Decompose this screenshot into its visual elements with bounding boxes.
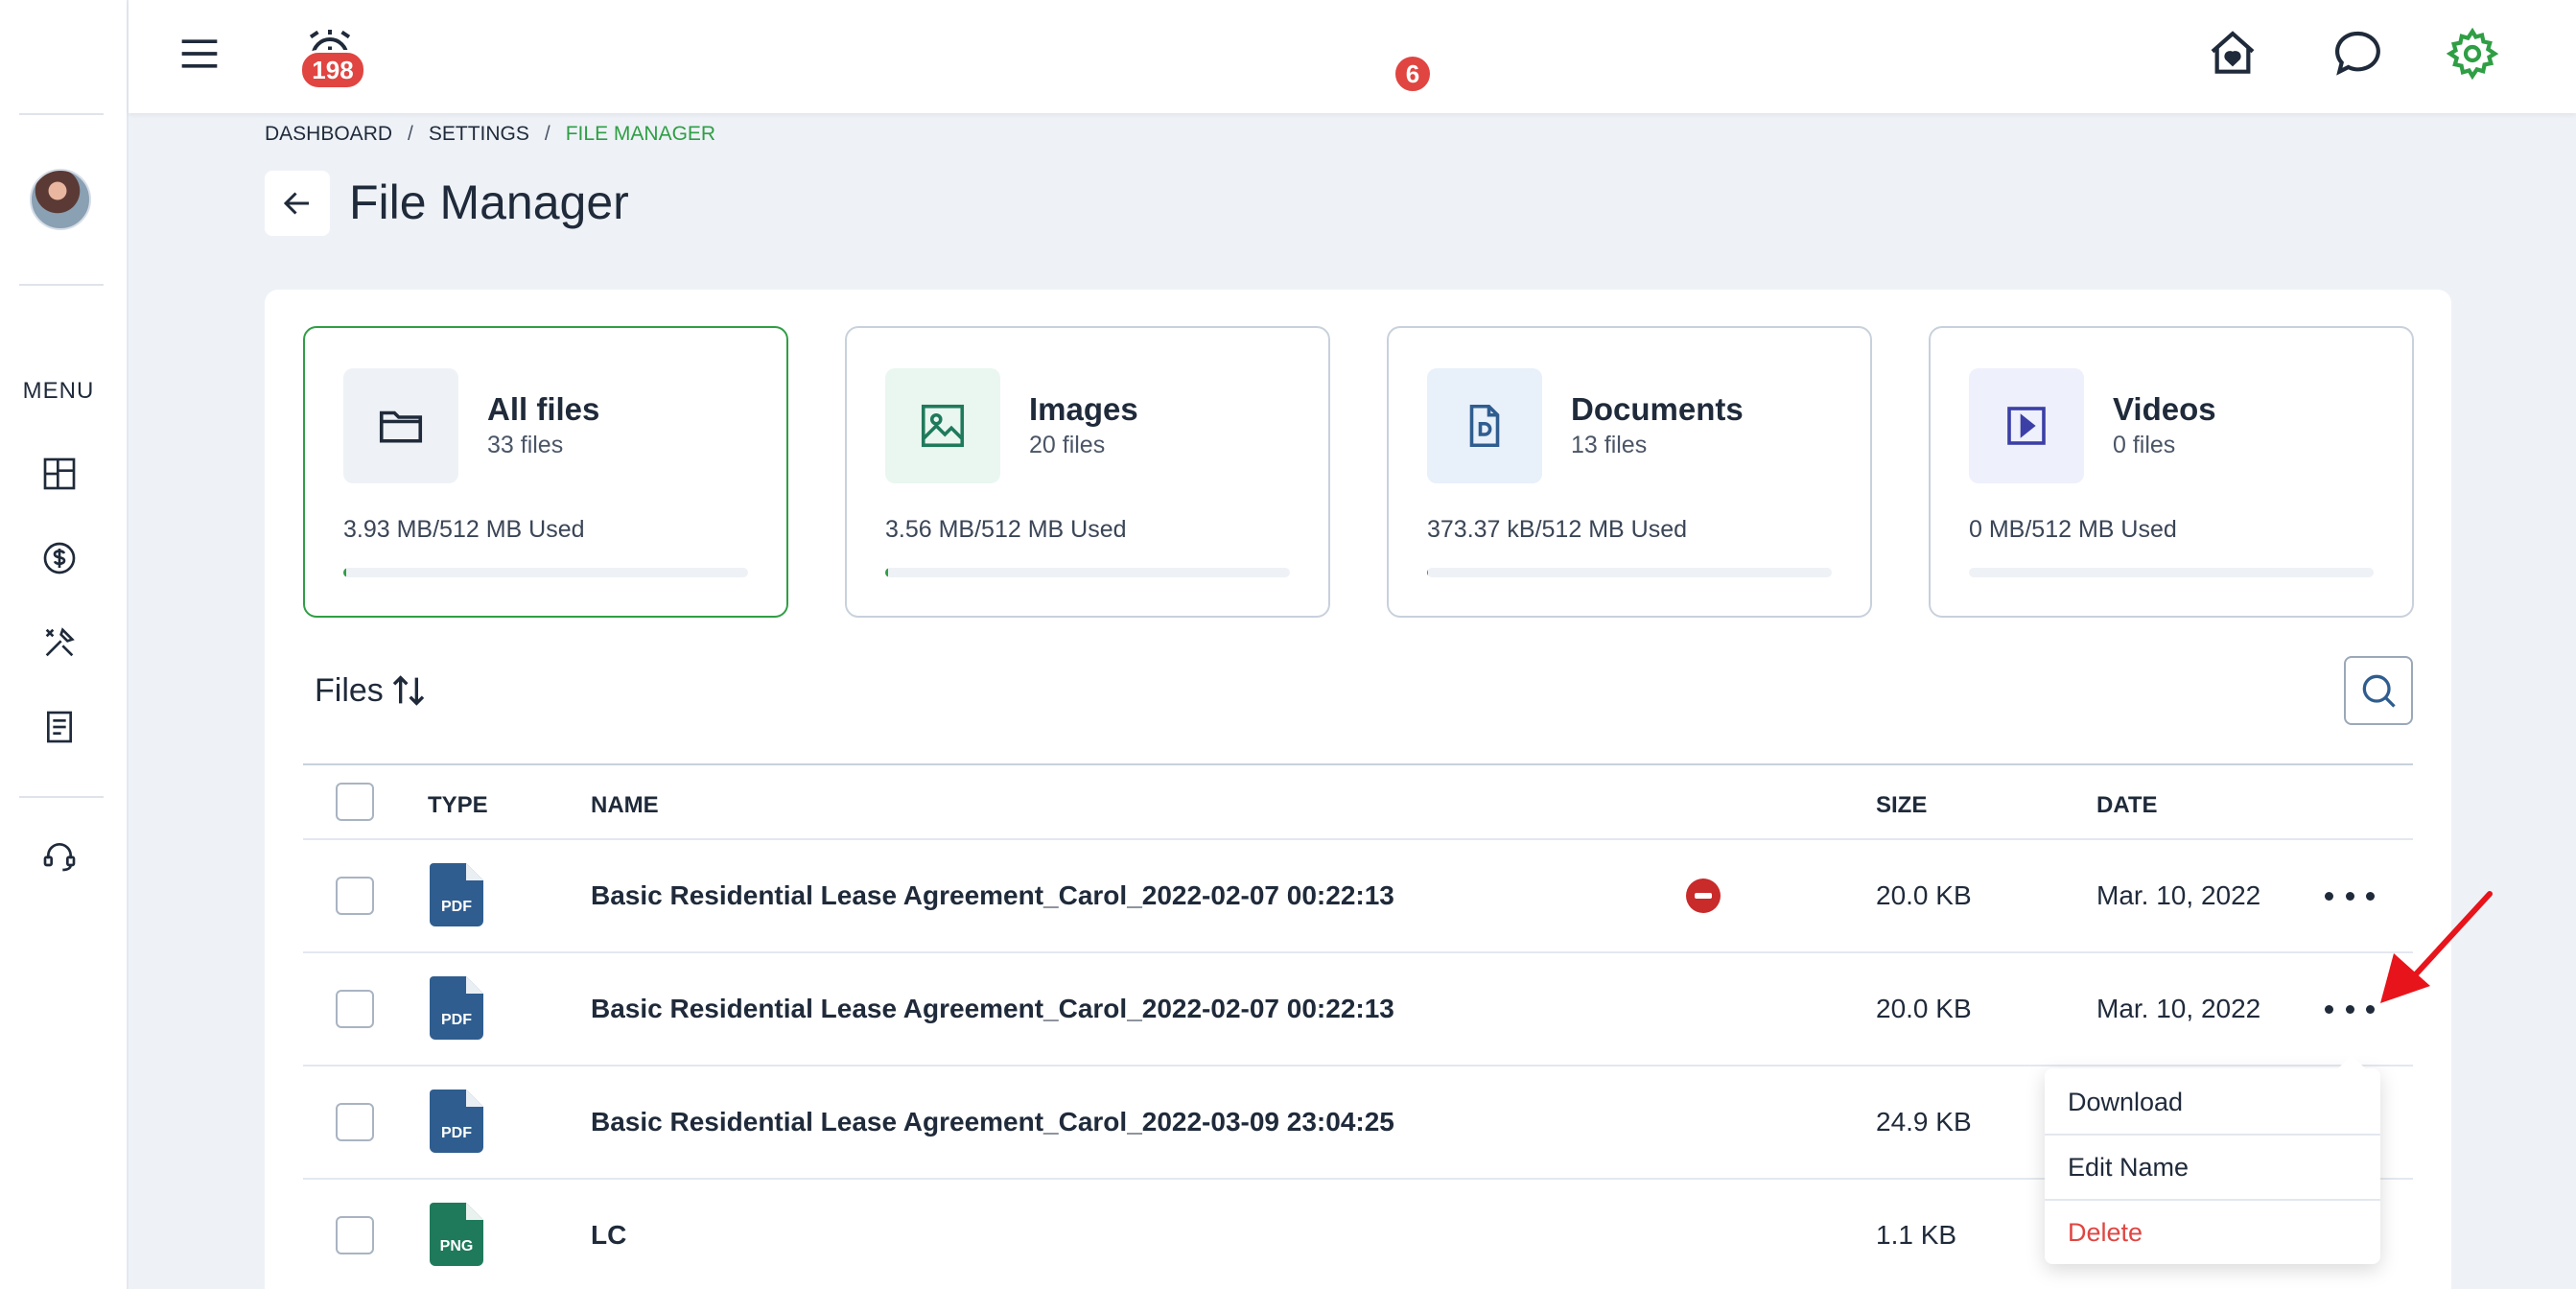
row-checkbox[interactable] xyxy=(336,1103,374,1141)
no-entry-icon xyxy=(1686,879,1721,913)
pdf-file-icon: PDF xyxy=(430,1090,483,1153)
menu-label: MENU xyxy=(22,378,95,404)
file-size: 24.9 KB xyxy=(1876,1107,1972,1137)
file-type-label: PNG xyxy=(440,1238,474,1254)
file-size: 1.1 KB xyxy=(1876,1220,1957,1250)
file-context-menu: Download Edit Name Delete xyxy=(2045,1055,2380,1264)
menu-item-delete[interactable]: Delete xyxy=(2068,1218,2143,1248)
file-type-label: PDF xyxy=(441,899,472,915)
card-usage: 0 MB/512 MB Used xyxy=(1969,516,2177,543)
file-size: 20.0 KB xyxy=(1876,994,1972,1023)
card-count: 13 files xyxy=(1571,432,1648,458)
row-divider xyxy=(303,1065,2413,1066)
column-header-type[interactable]: TYPE xyxy=(428,792,488,819)
column-header-name[interactable]: NAME xyxy=(591,792,659,819)
folder-icon xyxy=(343,368,458,483)
table-top-border xyxy=(303,763,2413,765)
chat-bubble-icon[interactable] xyxy=(2330,27,2384,81)
row-checkbox[interactable] xyxy=(336,1216,374,1254)
video-icon xyxy=(1969,368,2084,483)
card-documents[interactable]: Documents 13 files 373.37 kB/512 MB Used xyxy=(1387,326,1872,618)
search-button[interactable] xyxy=(2344,656,2413,725)
select-all-checkbox[interactable] xyxy=(336,783,374,821)
file-date: Mar. 10, 2022 xyxy=(2096,994,2261,1023)
card-count: 20 files xyxy=(1029,432,1106,458)
card-count: 0 files xyxy=(2113,432,2176,458)
file-type-label: PDF xyxy=(441,1012,472,1028)
document-icon[interactable] xyxy=(38,706,81,748)
gear-icon[interactable] xyxy=(2446,27,2499,81)
row-divider xyxy=(303,951,2413,953)
sort-arrows-icon[interactable] xyxy=(389,671,428,710)
file-name[interactable]: LC xyxy=(591,1220,626,1251)
messages-count-badge: 6 xyxy=(1393,54,1433,94)
menu-item-download[interactable]: Download xyxy=(2068,1088,2183,1117)
alarm-count-badge: 198 xyxy=(299,50,366,90)
breadcrumb-separator: / xyxy=(544,123,550,145)
files-heading[interactable]: Files xyxy=(315,671,428,710)
sidebar-divider xyxy=(19,284,104,286)
usage-bar xyxy=(885,568,1290,577)
usage-bar xyxy=(343,568,748,577)
breadcrumb-dashboard[interactable]: DASHBOARD xyxy=(265,123,392,146)
breadcrumb-file-manager: FILE MANAGER xyxy=(565,123,716,145)
sidebar-divider xyxy=(19,113,104,115)
document-icon xyxy=(1427,368,1542,483)
home-heart-icon[interactable] xyxy=(2206,27,2260,81)
breadcrumb-settings[interactable]: SETTINGS xyxy=(429,123,529,146)
hamburger-icon[interactable] xyxy=(178,33,221,75)
row-checkbox[interactable] xyxy=(336,877,374,915)
back-button[interactable] xyxy=(265,171,330,236)
card-title: Images xyxy=(1029,391,1138,427)
card-count: 33 files xyxy=(487,432,564,458)
card-title: All files xyxy=(487,391,600,427)
column-header-date[interactable]: DATE xyxy=(2096,792,2158,819)
usage-bar xyxy=(1427,568,1832,577)
column-header-size[interactable]: SIZE xyxy=(1876,792,1927,819)
dollar-icon[interactable] xyxy=(38,537,81,579)
card-all-files[interactable]: All files 33 files 3.93 MB/512 MB Used xyxy=(303,326,788,618)
breadcrumb-separator: / xyxy=(408,123,413,145)
row-divider xyxy=(303,838,2413,840)
headset-icon[interactable] xyxy=(38,834,81,877)
tools-icon[interactable] xyxy=(38,621,81,664)
card-videos[interactable]: Videos 0 files 0 MB/512 MB Used xyxy=(1929,326,2414,618)
menu-divider xyxy=(2045,1134,2380,1136)
more-options-icon[interactable] xyxy=(2325,881,2375,910)
menu-divider xyxy=(2045,1199,2380,1201)
file-date: Mar. 10, 2022 xyxy=(2096,880,2261,910)
file-name[interactable]: Basic Residential Lease Agreement_Carol_… xyxy=(591,994,1394,1024)
card-title: Documents xyxy=(1571,391,1744,427)
dashboard-icon[interactable] xyxy=(38,453,81,495)
image-icon xyxy=(885,368,1000,483)
page-title: File Manager xyxy=(349,176,629,229)
top-bar: 198 6 xyxy=(129,0,2576,113)
file-size: 20.0 KB xyxy=(1876,880,1972,910)
row-checkbox[interactable] xyxy=(336,990,374,1028)
file-name[interactable]: Basic Residential Lease Agreement_Carol_… xyxy=(591,880,1394,911)
file-type-label: PDF xyxy=(441,1125,472,1141)
card-usage: 3.93 MB/512 MB Used xyxy=(343,516,585,543)
card-images[interactable]: Images 20 files 3.56 MB/512 MB Used xyxy=(845,326,1330,618)
usage-bar-fill xyxy=(885,568,888,577)
card-usage: 373.37 kB/512 MB Used xyxy=(1427,516,1687,543)
breadcrumb: DASHBOARD / SETTINGS / FILE MANAGER xyxy=(265,123,715,146)
file-name[interactable]: Basic Residential Lease Agreement_Carol_… xyxy=(591,1107,1394,1137)
menu-item-edit-name[interactable]: Edit Name xyxy=(2068,1153,2189,1183)
avatar[interactable] xyxy=(30,169,91,230)
pdf-file-icon: PDF xyxy=(430,976,483,1040)
pdf-file-icon: PDF xyxy=(430,863,483,926)
card-usage: 3.56 MB/512 MB Used xyxy=(885,516,1127,543)
arrow-left-icon xyxy=(283,192,309,215)
files-heading-label: Files xyxy=(315,671,384,709)
search-icon xyxy=(2362,674,2396,708)
more-options-icon[interactable] xyxy=(2325,995,2375,1023)
png-file-icon: PNG xyxy=(430,1203,483,1266)
sidebar-divider xyxy=(19,796,104,798)
card-title: Videos xyxy=(2113,391,2216,427)
usage-bar-fill xyxy=(343,568,347,577)
usage-bar xyxy=(1969,568,2374,577)
annotation-arrow-icon xyxy=(2380,891,2493,1003)
sidebar: MENU xyxy=(0,0,129,1289)
